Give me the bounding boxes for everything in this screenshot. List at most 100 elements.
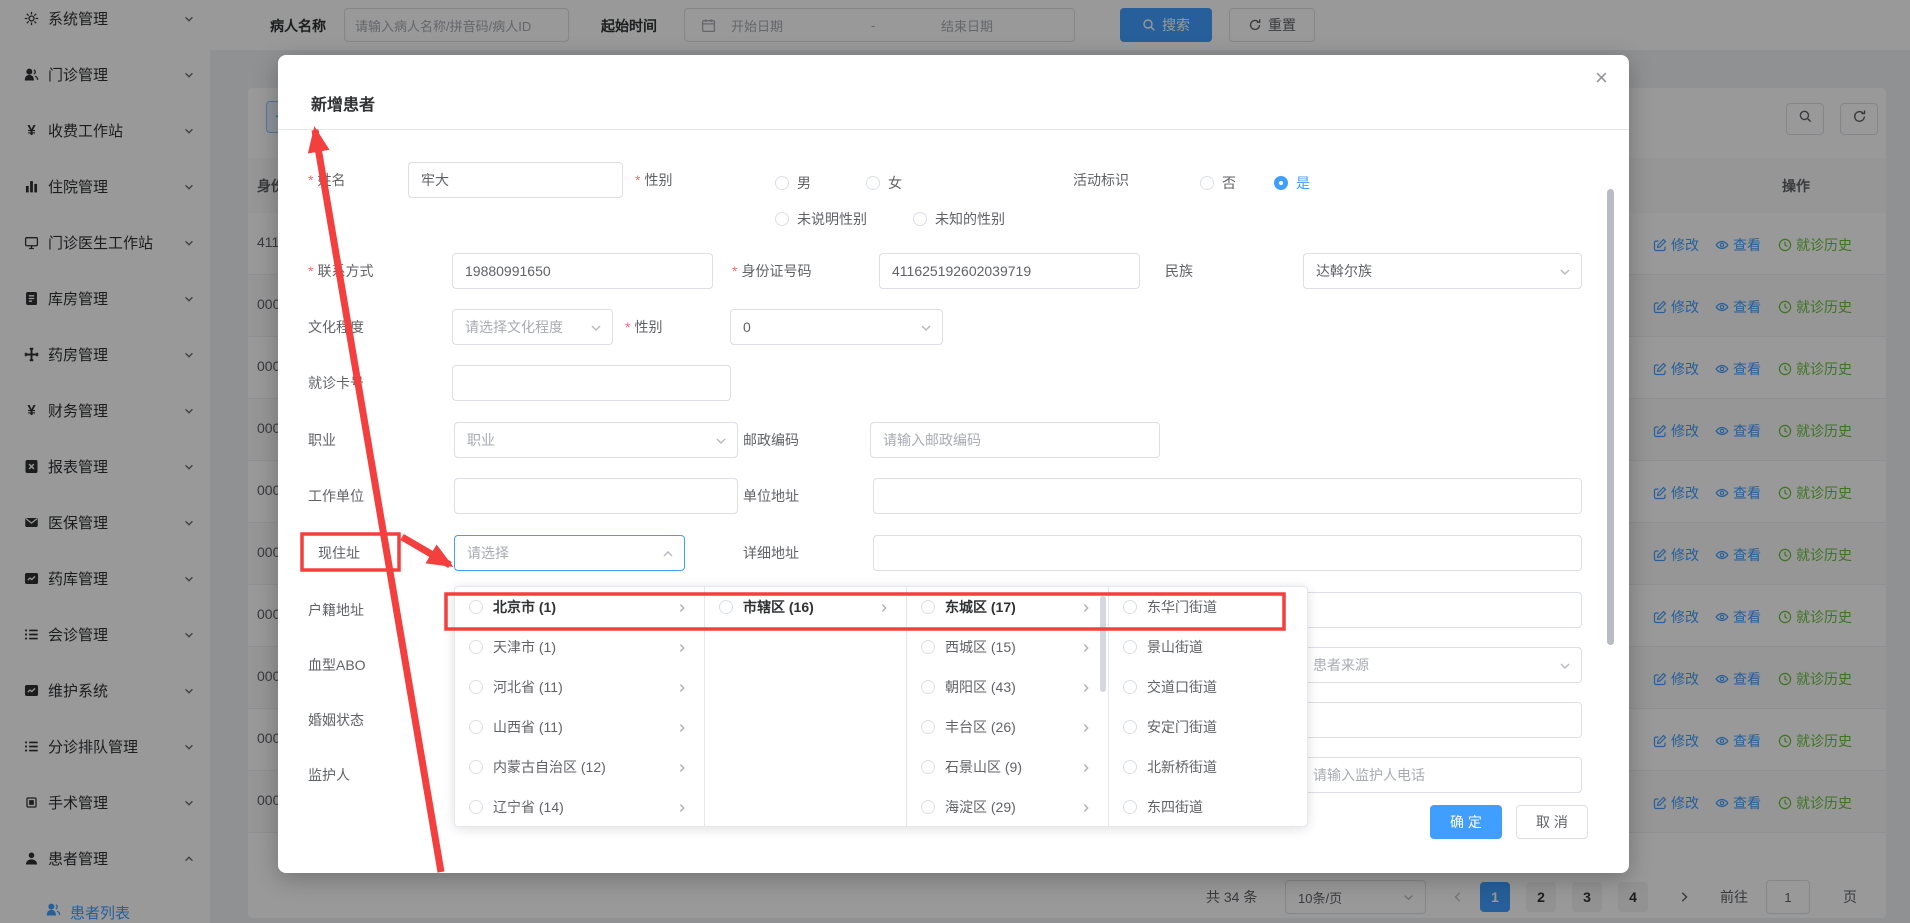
detail-address-input[interactable] [873,535,1582,571]
cascade-option[interactable]: 景山街道 [1109,627,1307,667]
radio-icon[interactable] [921,600,935,614]
radio-icon[interactable] [1123,720,1137,734]
name-label: *姓名 [308,170,345,190]
radio-icon[interactable] [1123,760,1137,774]
gender-radio-unstated[interactable]: 未说明性别 [775,209,867,229]
household-address-input[interactable] [1300,592,1582,628]
cascade-option[interactable]: 朝阳区 (43) [907,667,1108,707]
radio-icon[interactable] [469,760,483,774]
cascade-option[interactable]: 河北省 (11) [455,667,704,707]
cascade-option[interactable]: 石景山区 (9) [907,747,1108,787]
radio-icon [1200,176,1214,190]
chevron-right-icon [1080,601,1092,613]
chevron-right-icon [676,721,688,733]
guardian-phone-input[interactable]: 请输入监护人电话 [1300,757,1582,793]
radio-icon [913,212,927,226]
radio-icon[interactable] [921,800,935,814]
gender-radio-unknown[interactable]: 未知的性别 [913,209,1005,229]
modal-scrollbar[interactable] [1607,189,1614,645]
cascade-option-label: 市辖区 (16) [743,597,814,617]
chevron-down-icon [1558,659,1572,673]
cascade-option[interactable]: 北京市 (1) [455,587,704,627]
cascade-column-1: 北京市 (1) 天津市 (1) 河北省 (11) 山西省 (11)内蒙古自治区 (12… [455,587,705,827]
cascade-option[interactable]: 辽宁省 (14) [455,787,704,827]
gender-code-select[interactable]: 0 [730,309,943,345]
current-address-select[interactable]: 请选择 [454,535,685,571]
chevron-right-icon [1080,641,1092,653]
contact-input[interactable]: 19880991650 [452,253,713,289]
cascade-option[interactable]: 安定门街道 [1109,707,1307,747]
cascade-option-label: 石景山区 (9) [945,757,1022,777]
cascade-option-label: 西城区 (15) [945,637,1016,657]
cascade-option[interactable]: 东四街道 [1109,787,1307,827]
radio-icon[interactable] [469,720,483,734]
occupation-select[interactable]: 职业 [454,422,738,458]
cascade-option-label: 景山街道 [1147,637,1203,657]
cascade-option-label: 河北省 (11) [493,677,563,697]
cascade-option[interactable]: 北新桥街道 [1109,747,1307,787]
postal-code-input[interactable]: 请输入邮政编码 [870,422,1160,458]
name-input[interactable]: 牢大 [408,162,623,198]
radio-icon[interactable] [469,600,483,614]
cascade-option[interactable]: 天津市 (1) [455,627,704,667]
cascade-option[interactable]: 西城区 (15) [907,627,1108,667]
cascade-option[interactable]: 市辖区 (16) [705,587,906,627]
gender-label: *性别 [635,170,672,190]
ethnicity-label: 民族 [1165,261,1193,281]
visit-card-input[interactable] [452,365,731,401]
work-unit-input[interactable] [454,478,738,514]
blood-type-label: 血型ABO [308,655,366,675]
radio-icon[interactable] [1123,640,1137,654]
cascade-option[interactable]: 丰台区 (26) [907,707,1108,747]
patient-source-select[interactable]: 患者来源 [1300,647,1582,683]
radio-icon[interactable] [1123,800,1137,814]
contact-label: *联系方式 [308,261,373,281]
radio-icon [775,176,789,190]
household-address-label: 户籍地址 [308,600,364,620]
chevron-right-icon [1080,681,1092,693]
cascade-option[interactable]: 海淀区 (29) [907,787,1108,827]
chevron-right-icon [676,601,688,613]
chevron-right-icon [878,601,890,613]
gender-radio-male[interactable]: 男 [775,173,811,193]
unit-address-input[interactable] [873,478,1582,514]
gender-radio-female[interactable]: 女 [866,173,902,193]
cascade-option[interactable]: 交道口街道 [1109,667,1307,707]
radio-icon[interactable] [921,720,935,734]
guardian-label: 监护人 [308,765,350,785]
active-flag-radio-yes[interactable]: 是 [1274,173,1310,193]
radio-icon[interactable] [469,640,483,654]
cascade-option-label: 海淀区 (29) [945,797,1016,817]
divider [278,129,1629,130]
cascade-column-2: 市辖区 (16) [705,587,907,827]
radio-icon[interactable] [469,680,483,694]
ethnicity-select[interactable]: 达斡尔族 [1303,253,1582,289]
radio-icon[interactable] [921,680,935,694]
radio-icon[interactable] [469,800,483,814]
confirm-button[interactable]: 确 定 [1430,805,1502,839]
radio-icon[interactable] [1123,600,1137,614]
cascade-option[interactable]: 山西省 (11) [455,707,704,747]
cascade-option-label: 北京市 (1) [493,597,556,617]
cancel-button[interactable]: 取 消 [1516,805,1588,839]
radio-icon[interactable] [921,640,935,654]
radio-icon[interactable] [921,760,935,774]
education-select[interactable]: 请选择文化程度 [452,309,613,345]
cascade-option[interactable]: 内蒙古自治区 (12) [455,747,704,787]
cascade-option-label: 东城区 (17) [945,597,1016,617]
radio-icon [775,212,789,226]
close-icon[interactable]: × [1595,67,1608,89]
chevron-right-icon [676,801,688,813]
cascade-option-label: 东华门街道 [1147,597,1217,617]
id-number-input[interactable]: 411625192602039719 [879,253,1140,289]
radio-icon[interactable] [719,600,733,614]
chevron-down-icon [714,434,728,448]
cascade-option[interactable]: 东城区 (17) [907,587,1108,627]
active-flag-radio-no[interactable]: 否 [1200,173,1236,193]
cascade-option[interactable]: 东华门街道 [1109,587,1307,627]
marital-status-input[interactable] [1300,702,1582,738]
education-label: 文化程度 [308,317,364,337]
chevron-right-icon [1080,761,1092,773]
cascade-option-label: 安定门街道 [1147,717,1217,737]
radio-icon[interactable] [1123,680,1137,694]
